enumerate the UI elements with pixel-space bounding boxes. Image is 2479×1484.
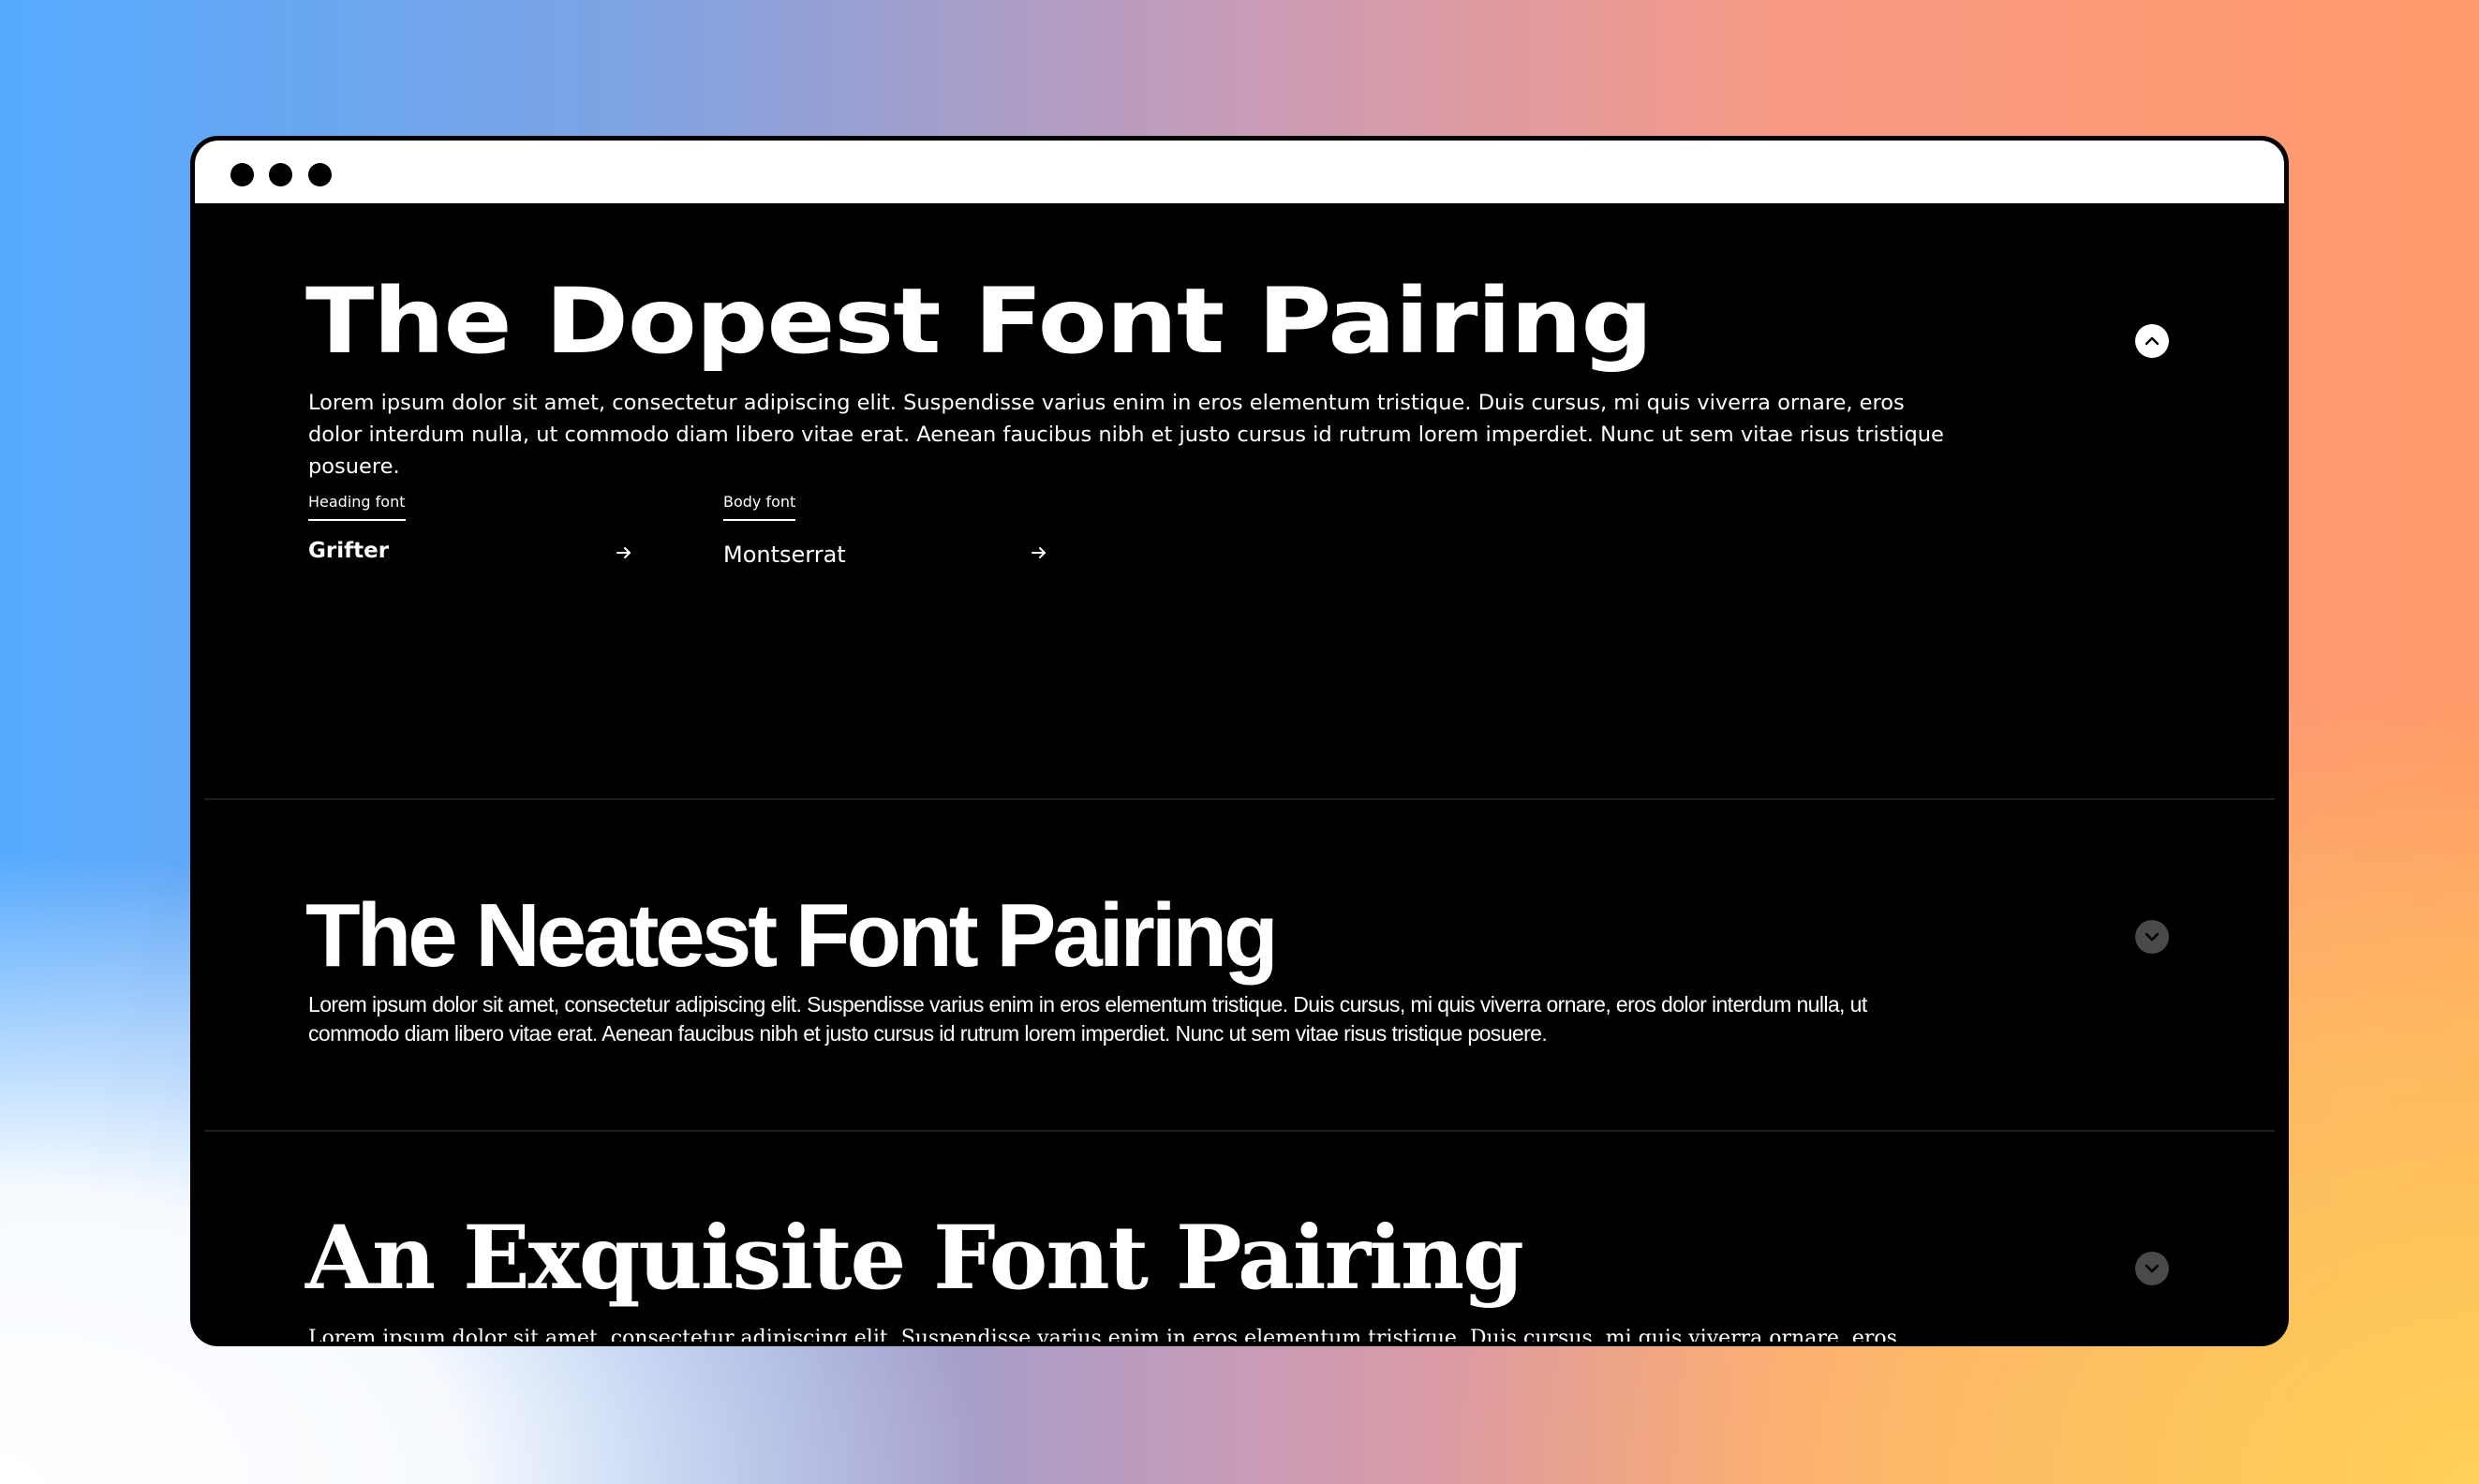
expand-toggle-button[interactable] bbox=[2135, 920, 2169, 954]
heading-font-name[interactable]: Grifter bbox=[308, 539, 389, 563]
chevron-down-icon bbox=[2145, 1264, 2160, 1273]
window-control-dot[interactable] bbox=[308, 163, 332, 186]
accordion-item-dopest: The Dopest Font Pairing Lorem ipsum dolo… bbox=[204, 203, 2275, 800]
pairing-heading[interactable]: An Exquisite Font Pairing bbox=[305, 1207, 1524, 1310]
collapse-toggle-button[interactable] bbox=[2135, 324, 2169, 358]
heading-font-link[interactable]: Heading font Grifter bbox=[308, 491, 634, 566]
pairing-heading[interactable]: The Neatest Font Pairing bbox=[305, 884, 1279, 987]
body-font-name[interactable]: Montserrat bbox=[723, 542, 846, 568]
pairing-description: Lorem ipsum dolor sit amet, consectetur … bbox=[308, 992, 1867, 1046]
window-control-dot[interactable] bbox=[230, 163, 254, 186]
accordion-item-exquisite: An Exquisite Font Pairing Lorem ipsum do… bbox=[204, 1132, 2275, 1346]
pairing-description: Lorem ipsum dolor sit amet, consectetur … bbox=[308, 391, 1944, 479]
heading-font-label: Heading font bbox=[308, 491, 406, 521]
window-control-dot[interactable] bbox=[269, 163, 292, 186]
browser-window: The Dopest Font Pairing Lorem ipsum dolo… bbox=[190, 136, 2289, 1346]
chevron-down-icon bbox=[2145, 932, 2160, 942]
accordion-item-neatest: The Neatest Font Pairing Lorem ipsum dol… bbox=[204, 800, 2275, 1132]
window-titlebar bbox=[195, 141, 2284, 203]
pairing-heading[interactable]: The Dopest Font Pairing bbox=[305, 269, 1653, 374]
chevron-up-icon bbox=[2145, 336, 2160, 346]
body-font-link[interactable]: Body font Montserrat bbox=[723, 491, 1049, 568]
arrow-right-icon[interactable] bbox=[614, 542, 634, 563]
expand-toggle-button[interactable] bbox=[2135, 1252, 2169, 1285]
pairing-description: Lorem ipsum dolor sit amet, consectetur … bbox=[308, 1327, 1897, 1346]
body-font-label: Body font bbox=[723, 491, 796, 521]
arrow-right-icon[interactable] bbox=[1029, 542, 1049, 563]
